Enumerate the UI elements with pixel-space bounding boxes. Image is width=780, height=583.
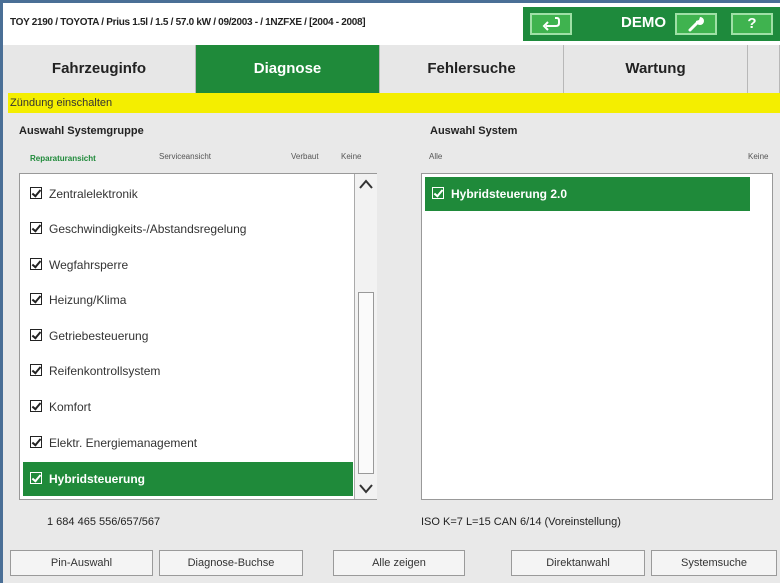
scrollbar-thumb[interactable] <box>358 292 374 474</box>
wrench-icon <box>686 17 706 37</box>
status-message: Zündung einschalten <box>8 93 780 113</box>
scroll-down-button[interactable] <box>355 477 377 499</box>
title-bar: TOY 2190 / TOYOTA / Prius 1.5l / 1.5 / 5… <box>3 3 780 45</box>
diagnostic-socket-button[interactable]: Diagnose-Buchse <box>159 550 303 576</box>
list-item[interactable]: Heizung/Klima <box>23 283 353 317</box>
main-tabs: Fahrzeuginfo Diagnose Fehlersuche Wartun… <box>3 45 780 93</box>
tab-more[interactable] <box>748 45 780 93</box>
checkbox[interactable] <box>30 293 42 305</box>
list-item[interactable]: Zentralelektronik <box>23 177 353 211</box>
system-group-title: Auswahl Systemgruppe <box>19 125 144 137</box>
checkbox[interactable] <box>30 222 42 234</box>
back-arrow-icon <box>541 17 561 35</box>
filter-repair-view[interactable]: Reparaturansicht <box>30 154 96 163</box>
system-list: Hybridsteuerung 2.0 <box>421 173 773 500</box>
checkbox[interactable] <box>30 364 42 376</box>
checkbox[interactable] <box>30 472 42 484</box>
tab-fehlersuche[interactable]: Fehlersuche <box>380 45 564 93</box>
system-search-button[interactable]: Systemsuche <box>651 550 777 576</box>
list-item-label: Komfort <box>49 400 92 414</box>
list-item-label: Reifenkontrollsystem <box>49 364 161 378</box>
direct-selection-button[interactable]: Direktanwahl <box>511 550 645 576</box>
list-item-label: Geschwindigkeits-/Abstandsregelung <box>49 222 247 236</box>
protocol-info: ISO K=7 L=15 CAN 6/14 (Voreinstellung) <box>421 516 621 528</box>
filter-all[interactable]: Alle <box>429 152 442 161</box>
pin-selection-button[interactable]: Pin-Auswahl <box>10 550 153 576</box>
show-all-button[interactable]: Alle zeigen <box>333 550 465 576</box>
filter-none-left[interactable]: Keine <box>341 152 361 161</box>
tab-diagnose[interactable]: Diagnose <box>196 45 380 93</box>
tab-fahrzeuginfo[interactable]: Fahrzeuginfo <box>3 45 196 93</box>
list-item-selected[interactable]: Hybridsteuerung 2.0 <box>425 177 750 211</box>
list-item-label: Zentralelektronik <box>49 187 138 201</box>
tab-wartung[interactable]: Wartung <box>564 45 748 93</box>
chevron-up-icon <box>355 179 377 200</box>
title-bar-actions: DEMO ? <box>523 7 780 41</box>
list-item[interactable]: Geschwindigkeits-/Abstandsregelung <box>23 212 353 246</box>
checkbox[interactable] <box>30 436 42 448</box>
filter-none-right[interactable]: Keine <box>748 152 768 161</box>
list-item[interactable]: Getriebesteuerung <box>23 319 353 353</box>
diagnostic-app-window: TOY 2190 / TOYOTA / Prius 1.5l / 1.5 / 5… <box>3 3 780 583</box>
list-item[interactable]: Komfort <box>23 390 353 424</box>
list-item-label: Getriebesteuerung <box>49 329 149 343</box>
control-unit-number: 1 684 465 556/657/567 <box>47 516 161 528</box>
system-group-list: Zentralelektronik Geschwindigkeits-/Abst… <box>19 173 377 500</box>
list-item-label: Elektr. Energiemanagement <box>49 436 198 450</box>
filter-installed[interactable]: Verbaut <box>291 152 319 161</box>
list-item-label: Wegfahrsperre <box>49 258 129 272</box>
chevron-down-icon <box>355 484 377 503</box>
list-item-label: Hybridsteuerung 2.0 <box>451 187 568 201</box>
vehicle-info: TOY 2190 / TOYOTA / Prius 1.5l / 1.5 / 5… <box>10 17 366 28</box>
checkbox[interactable] <box>30 400 42 412</box>
back-button[interactable] <box>530 13 572 35</box>
checkbox[interactable] <box>30 258 42 270</box>
list-item-label: Heizung/Klima <box>49 293 127 307</box>
list-item-selected[interactable]: Hybridsteuerung <box>23 462 353 496</box>
settings-button[interactable] <box>675 13 717 35</box>
checkbox[interactable] <box>30 329 42 341</box>
scroll-up-button[interactable] <box>355 174 377 196</box>
filter-service-view[interactable]: Serviceansicht <box>159 152 211 161</box>
list-item-label: Hybridsteuerung <box>49 472 146 486</box>
checkbox[interactable] <box>432 187 444 199</box>
list-item[interactable]: Reifenkontrollsystem <box>23 354 353 388</box>
help-button[interactable]: ? <box>731 13 773 35</box>
list-item[interactable]: Wegfahrsperre <box>23 248 353 282</box>
checkbox[interactable] <box>30 187 42 199</box>
scrollbar[interactable] <box>354 174 377 499</box>
demo-mode-label: DEMO <box>621 14 666 31</box>
list-item[interactable]: Elektr. Energiemanagement <box>23 426 353 460</box>
system-title: Auswahl System <box>430 125 518 137</box>
